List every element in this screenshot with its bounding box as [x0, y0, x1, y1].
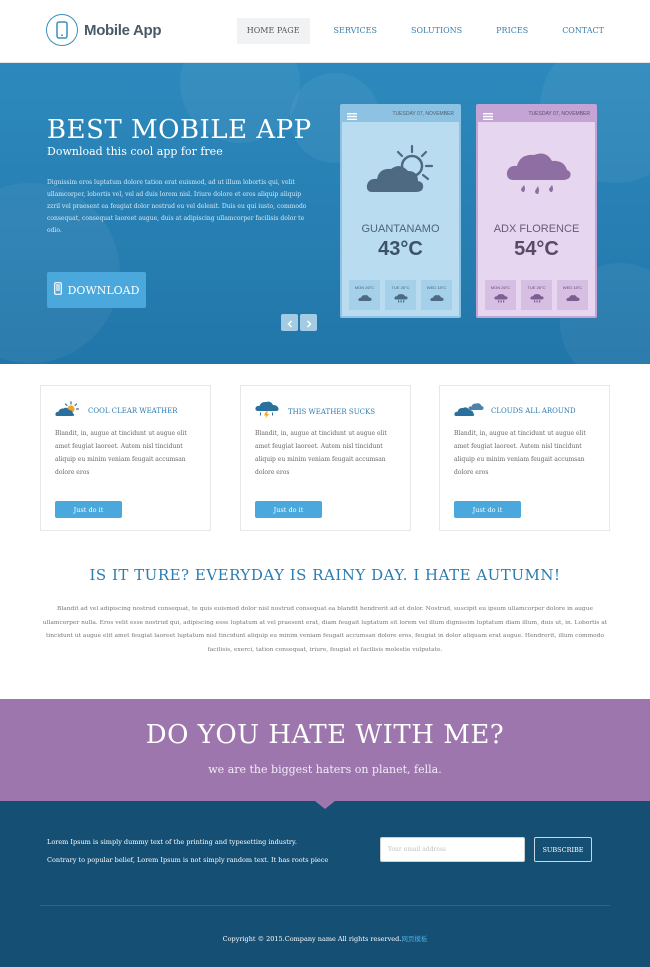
banner-notch	[315, 801, 335, 809]
nav-services[interactable]: SERVICES	[324, 18, 387, 44]
forecast-day: WED 18°C	[557, 280, 588, 310]
section-text: Blandit ad vel adipiscing nostrud conseq…	[42, 606, 608, 653]
banner-subtitle: we are the biggest haters on planet, fel…	[208, 763, 442, 776]
phone-icon	[46, 14, 78, 46]
rain-cloud-icon	[506, 152, 572, 202]
just-do-it-button[interactable]: Just do it	[255, 501, 322, 518]
footer: Lorem Ipsum is simply dummy text of the …	[0, 801, 650, 967]
section-title: IS IT TURE? EVERYDAY IS RAINY DAY. I HAT…	[89, 566, 561, 584]
feature-text: Blandit, in, augue at tincidunt ut augue…	[454, 430, 586, 476]
feature-title: CLOUDS ALL AROUND	[491, 407, 576, 415]
weather-card: TUESDAY 07, NOVEMBER GUANTANAMO 43°C MON…	[340, 104, 461, 318]
forecast-day: MON 26°C	[349, 280, 380, 310]
sun-cloud-icon	[366, 144, 440, 200]
chevron-right-icon	[305, 313, 313, 332]
subscribe-button[interactable]: SUBSCRIBE	[534, 837, 592, 862]
weather-card: TUESDAY 07, NOVEMBER ADX FLORENCE 54°C M…	[476, 104, 597, 318]
logo[interactable]: Mobile App	[46, 14, 162, 46]
nav-prices[interactable]: PRICES	[486, 18, 538, 44]
copyright-link[interactable]: 网页模板	[401, 935, 427, 943]
weather-temp: 54°C	[514, 238, 559, 260]
feature-header: COOL CLEAR WEATHER	[55, 401, 178, 421]
forecast-day: TUE 26°C	[385, 280, 416, 310]
copyright: Copyright © 2015.Company name All rights…	[0, 933, 650, 943]
forecast-label: MON 26°C	[354, 285, 375, 290]
feature-text: Blandit, in, augue at tincidunt ut augue…	[255, 430, 387, 476]
footer-text: Contrary to popular belief, Lorem Ipsum …	[47, 856, 329, 864]
feature-title: COOL CLEAR WEATHER	[88, 407, 178, 415]
forecast-label: TUE 26°C	[527, 285, 546, 290]
forecast-day: WED 18°C	[421, 280, 452, 310]
weather-date: TUESDAY 07, NOVEMBER	[392, 111, 455, 117]
cloud-icon	[349, 294, 380, 301]
phone-icon	[53, 282, 62, 298]
clouds-icon	[454, 401, 484, 421]
storm-cloud-icon	[255, 401, 281, 423]
banner-title: DO YOU HATE WITH ME?	[145, 720, 505, 750]
download-button[interactable]: DOWNLOAD	[47, 272, 146, 308]
header: Mobile App HOME PAGE SERVICES SOLUTIONS …	[0, 0, 650, 63]
forecast-label: WED 18°C	[562, 285, 583, 290]
nav-contact[interactable]: CONTACT	[552, 18, 614, 44]
feature-title: THIS WEATHER SUCKS	[288, 408, 375, 416]
rain-icon	[521, 294, 552, 303]
menu-icon[interactable]	[483, 105, 493, 124]
forecast-label: MON 26°C	[490, 285, 511, 290]
hero-title: BEST MOBILE APP	[47, 115, 312, 145]
main-nav: HOME PAGE SERVICES SOLUTIONS PRICES CONT…	[223, 18, 614, 44]
menu-icon[interactable]	[347, 105, 357, 124]
rain-icon	[485, 294, 516, 303]
weather-city: GUANTANAMO	[361, 223, 440, 235]
weather-date: TUESDAY 07, NOVEMBER	[528, 111, 591, 117]
copyright-text: Copyright © 2015.Company name All rights…	[222, 935, 402, 943]
weather-card-topbar: TUESDAY 07, NOVEMBER	[342, 106, 459, 122]
feature-text: Blandit, in, augue at tincidunt ut augue…	[55, 430, 187, 476]
nav-home[interactable]: HOME PAGE	[236, 18, 310, 44]
weather-temp: 43°C	[378, 238, 423, 260]
just-do-it-button[interactable]: Just do it	[55, 501, 122, 518]
just-do-it-button[interactable]: Just do it	[454, 501, 521, 518]
hero-subtitle: Download this cool app for free	[47, 145, 223, 158]
weather-forecast: MON 26°C TUE 26°C WED 18°C	[349, 280, 452, 310]
logo-text: Mobile App	[84, 21, 162, 39]
next-slide-button[interactable]	[300, 314, 317, 331]
forecast-label: WED 18°C	[426, 285, 447, 290]
forecast-day: MON 26°C	[485, 280, 516, 310]
rain-icon	[385, 294, 416, 303]
sun-cloud-icon	[55, 401, 81, 421]
weather-card-topbar: TUESDAY 07, NOVEMBER	[478, 106, 595, 122]
feature-header: CLOUDS ALL AROUND	[454, 401, 576, 421]
feature-card: THIS WEATHER SUCKS Blandit, in, augue at…	[240, 385, 411, 531]
hero-text: Dignissim eros luptatum dolore tation er…	[47, 179, 307, 234]
forecast-label: TUE 26°C	[391, 285, 410, 290]
feature-header: THIS WEATHER SUCKS	[255, 401, 375, 423]
footer-text: Lorem Ipsum is simply dummy text of the …	[47, 838, 297, 846]
footer-divider	[40, 905, 610, 906]
download-label: DOWNLOAD	[67, 283, 140, 297]
email-field[interactable]	[380, 837, 525, 862]
forecast-day: TUE 26°C	[521, 280, 552, 310]
cloud-icon	[557, 294, 588, 301]
chevron-left-icon	[286, 313, 294, 332]
banner: DO YOU HATE WITH ME? we are the biggest …	[0, 699, 650, 801]
feature-card: CLOUDS ALL AROUND Blandit, in, augue at …	[439, 385, 610, 531]
cloud-icon	[421, 294, 452, 301]
prev-slide-button[interactable]	[281, 314, 298, 331]
feature-card: COOL CLEAR WEATHER Blandit, in, augue at…	[40, 385, 211, 531]
weather-forecast: MON 26°C TUE 26°C WED 18°C	[485, 280, 588, 310]
weather-city: ADX FLORENCE	[493, 223, 580, 235]
nav-solutions[interactable]: SOLUTIONS	[401, 18, 472, 44]
hero: BEST MOBILE APP Download this cool app f…	[0, 63, 650, 364]
